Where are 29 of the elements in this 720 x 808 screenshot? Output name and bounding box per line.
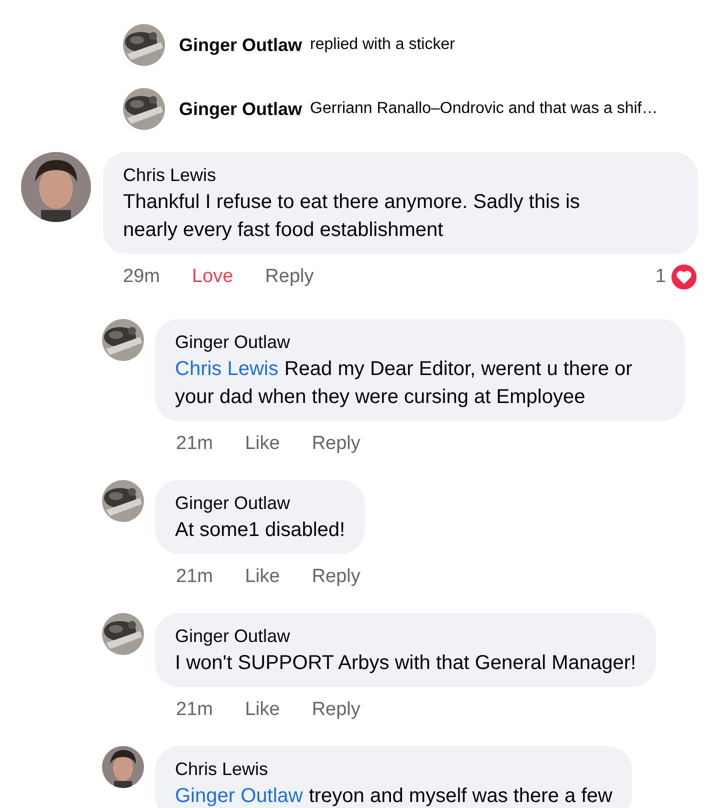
comment-text: At some1 disabled! xyxy=(175,518,346,543)
reply-link[interactable]: Reply xyxy=(312,699,360,721)
timestamp: 29m xyxy=(123,266,160,288)
comment-text: Ginger Outlaw treyon and myself was there a few xyxy=(175,784,612,808)
reply-link[interactable]: Reply xyxy=(312,433,360,455)
comment-text: Thankful I refuse to eat there anymore. Sadly this is nearly every fast food establishment xyxy=(123,190,581,243)
reaction-count: 1 xyxy=(655,266,666,288)
comment-text: Chris Lewis Read my Dear Editor, werent u there or your dad when they were cursing at Employee xyxy=(175,357,634,410)
author-name[interactable]: Ginger Outlaw xyxy=(175,331,665,353)
timestamp: 21m xyxy=(176,566,213,588)
timestamp: 21m xyxy=(176,433,213,455)
reply-link[interactable]: Reply xyxy=(312,566,360,588)
reply-preview[interactable]: Gerriann Ranallo–Ondrovic and that was a shif… xyxy=(310,100,658,118)
author-name[interactable]: Chris Lewis xyxy=(123,164,678,186)
author-name[interactable]: Ginger Outlaw xyxy=(179,98,302,120)
react-link[interactable]: Like xyxy=(244,566,280,588)
author-name[interactable]: Ginger Outlaw xyxy=(175,492,346,514)
timestamp: 21m xyxy=(176,699,213,721)
author-name[interactable]: Ginger Outlaw xyxy=(179,34,302,56)
react-link[interactable]: Like xyxy=(244,699,280,721)
author-name[interactable]: Chris Lewis xyxy=(175,758,612,780)
reply-preview[interactable]: replied with a sticker xyxy=(310,36,455,54)
comment-text: I won't SUPPORT Arbys with that General Manager! xyxy=(175,651,636,676)
mention-link[interactable]: Ginger Outlaw xyxy=(175,785,303,807)
reply-link[interactable]: Reply xyxy=(265,266,314,288)
react-link[interactable]: Love xyxy=(192,266,234,288)
react-link[interactable]: Like xyxy=(244,433,280,455)
author-name[interactable]: Ginger Outlaw xyxy=(175,625,636,647)
mention-link[interactable]: Chris Lewis xyxy=(175,358,278,380)
